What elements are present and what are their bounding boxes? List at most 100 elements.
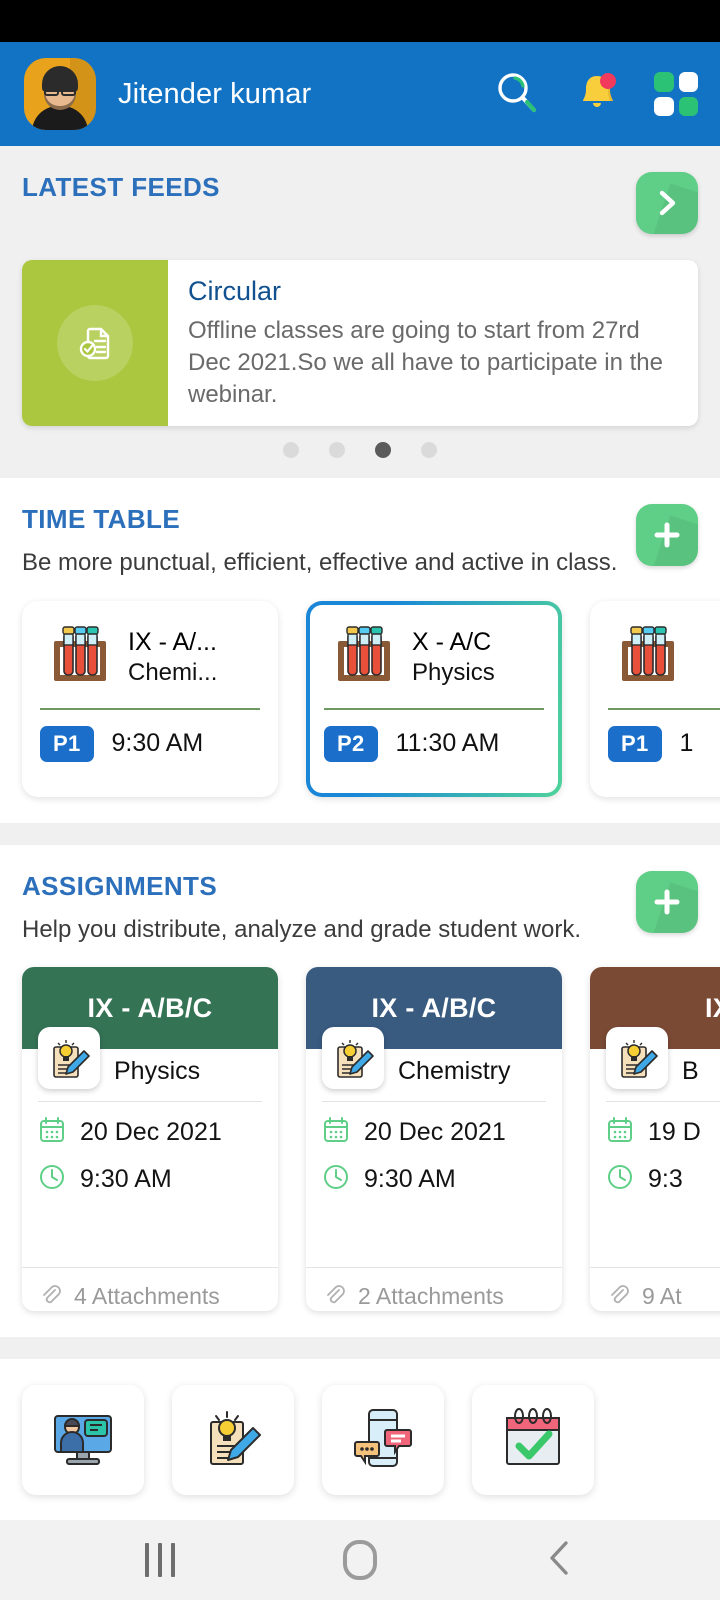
assignment-time: 9:30 AM: [364, 1165, 456, 1194]
attendance-icon: [497, 1402, 569, 1479]
apps-grid-icon[interactable]: [654, 72, 698, 116]
header-actions: [494, 69, 698, 120]
period-badge: P1: [40, 725, 94, 762]
time-table-class: IX - A/...: [128, 627, 217, 656]
time-table-card-selected[interactable]: X - A/C Physics P2 11:30 AM: [306, 601, 562, 797]
period-badge: P1: [608, 725, 662, 762]
assignments-section: ASSIGNMENTS Help you distribute, analyze…: [0, 845, 720, 1338]
assignment-card[interactable]: IX - A/B/C: [306, 967, 562, 1312]
assignment-time: 9:30 AM: [80, 1165, 172, 1194]
latest-feeds-section: LATEST FEEDS Circular Offline classes ar…: [0, 146, 720, 478]
time-table-header: TIME TABLE Be more punctual, efficient, …: [0, 478, 720, 579]
back-icon: [544, 1537, 576, 1584]
recents-button[interactable]: [115, 1530, 205, 1590]
calendar-icon: [38, 1116, 66, 1149]
latest-feeds-title: LATEST FEEDS: [22, 172, 220, 202]
user-name: Jitender kumar: [118, 77, 312, 110]
time-table-subject: Physics: [412, 658, 495, 686]
assignment-attachments: 9 At: [642, 1283, 682, 1310]
recents-icon: [145, 1543, 175, 1577]
assignment-card[interactable]: IX: [590, 967, 720, 1312]
clock-icon: [606, 1163, 634, 1196]
quick-action-online-class[interactable]: [22, 1385, 144, 1496]
assignment-subject: Chemistry: [398, 1056, 511, 1085]
pager-dot[interactable]: [329, 442, 345, 458]
status-bar: [0, 0, 720, 42]
pager-dot[interactable]: [283, 442, 299, 458]
assignment-subject: Physics: [114, 1056, 201, 1085]
test-tubes-icon: [40, 617, 116, 698]
pager-dot[interactable]: [421, 442, 437, 458]
time-table-title: TIME TABLE: [22, 504, 181, 534]
time-table-class: X - A/C: [412, 627, 492, 656]
feed-title: Circular: [188, 276, 282, 306]
feed-description: Offline classes are going to start from …: [188, 317, 663, 409]
assignment-card[interactable]: IX - A/B/C: [22, 967, 278, 1312]
add-time-table-button[interactable]: [636, 504, 698, 566]
test-tubes-icon: [324, 617, 400, 698]
quick-action-attendance[interactable]: [472, 1385, 594, 1496]
time-table-rail[interactable]: IX - A/... Chemi... P1 9:30 AM X - A/C P…: [0, 579, 720, 823]
calendar-icon: [606, 1116, 634, 1149]
quick-action-assignment[interactable]: [172, 1385, 294, 1496]
user-avatar[interactable]: [24, 58, 96, 130]
time-table-card[interactable]: P1 1: [590, 600, 720, 797]
assignment-note-icon: [322, 1027, 384, 1090]
app-header: Jitender kumar: [0, 42, 720, 146]
feed-card[interactable]: Circular Offline classes are going to st…: [22, 260, 698, 426]
pager-dot-active[interactable]: [375, 442, 391, 458]
home-icon: [343, 1540, 377, 1580]
back-button[interactable]: [515, 1530, 605, 1590]
add-assignment-button[interactable]: [636, 870, 698, 933]
clock-icon: [38, 1163, 66, 1196]
feeds-next-button[interactable]: [636, 172, 698, 234]
time-table-subtitle: Be more punctual, efficient, effective a…: [22, 549, 618, 576]
document-check-icon: [57, 305, 133, 381]
attachment-icon: [322, 1282, 346, 1311]
feeds-pager[interactable]: [0, 442, 720, 458]
app-screen: Jitender kumar LATEST FEEDS Circular Off…: [0, 0, 720, 1600]
clock-icon: [322, 1163, 350, 1196]
time-table-subject: Chemi...: [128, 658, 218, 686]
attachment-icon: [38, 1282, 62, 1311]
assignments-rail[interactable]: IX - A/B/C Physics 20 Dec 2021 9:30 AM 4…: [0, 945, 720, 1337]
home-button[interactable]: [315, 1530, 405, 1590]
calendar-icon: [322, 1116, 350, 1149]
period-badge: P2: [324, 725, 378, 762]
notification-badge: [600, 72, 616, 89]
quick-actions-rail[interactable]: [0, 1359, 720, 1496]
feed-thumbnail: [22, 260, 168, 426]
time-table-section: TIME TABLE Be more punctual, efficient, …: [0, 478, 720, 823]
assignment-note-icon: [38, 1027, 100, 1090]
assignment-subject: B: [682, 1056, 699, 1085]
latest-feeds-header: LATEST FEEDS: [0, 146, 720, 234]
divider: [608, 707, 720, 710]
messages-icon: [347, 1402, 419, 1479]
time-table-time: 1: [679, 729, 694, 758]
assignments-subtitle: Help you distribute, analyze and grade s…: [22, 915, 581, 943]
assignment-icon: [197, 1402, 269, 1479]
test-tubes-icon: [608, 617, 684, 698]
section-separator: [0, 1337, 720, 1360]
assignment-date: 20 Dec 2021: [364, 1118, 506, 1147]
assignment-attachments: 2 Attachments: [358, 1283, 504, 1310]
bell-icon[interactable]: [574, 69, 620, 120]
quick-action-messages[interactable]: [322, 1385, 444, 1496]
time-table-time: 9:30 AM: [111, 729, 204, 758]
assignment-date: 20 Dec 2021: [80, 1118, 222, 1147]
divider: [40, 707, 260, 710]
assignment-time: 9:3: [648, 1165, 683, 1194]
search-icon[interactable]: [494, 69, 540, 120]
online-class-icon: [47, 1402, 119, 1479]
attachment-icon: [606, 1282, 630, 1311]
content-scroll[interactable]: LATEST FEEDS Circular Offline classes ar…: [0, 146, 720, 1520]
assignments-title: ASSIGNMENTS: [22, 870, 218, 901]
android-nav-bar: [0, 1520, 720, 1600]
assignment-note-icon: [606, 1027, 668, 1090]
assignments-header: ASSIGNMENTS Help you distribute, analyze…: [0, 845, 720, 946]
time-table-card[interactable]: IX - A/... Chemi... P1 9:30 AM: [22, 600, 278, 797]
time-table-time: 11:30 AM: [395, 729, 500, 758]
section-separator: [0, 822, 720, 845]
assignment-attachments: 4 Attachments: [74, 1283, 220, 1310]
assignment-date: 19 D: [648, 1118, 701, 1147]
